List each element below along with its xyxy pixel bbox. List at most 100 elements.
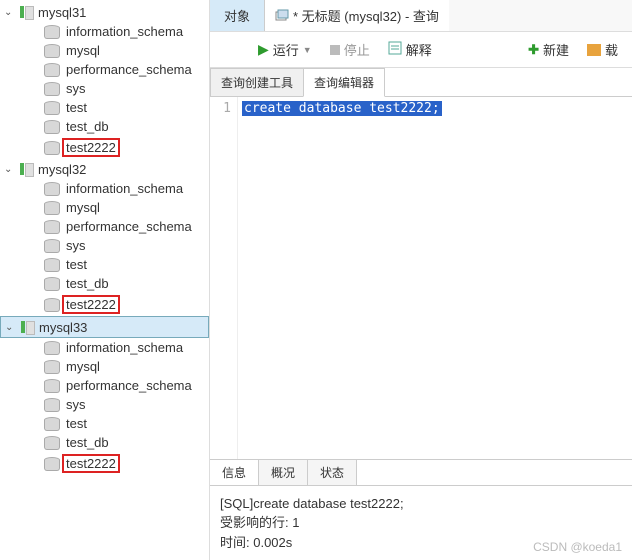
server-icon (19, 319, 35, 335)
server-icon (18, 161, 34, 177)
play-icon: ▶ (258, 41, 269, 58)
result-tabs: 信息 概况 状态 (210, 459, 632, 486)
server-label: mysql33 (39, 320, 87, 335)
document-tabs: 对象 * 无标题 (mysql32) - 查询 (210, 0, 632, 32)
db-item[interactable]: test (0, 255, 209, 274)
result-sql: [SQL]create database test2222; (220, 494, 622, 514)
db-item[interactable]: information_schema (0, 179, 209, 198)
database-icon (44, 63, 60, 77)
db-item[interactable]: mysql (0, 41, 209, 60)
line-gutter: 1 (210, 97, 238, 459)
chevron-down-icon: ⌄ (4, 7, 16, 18)
database-icon (44, 44, 60, 58)
database-icon (44, 360, 60, 374)
database-icon (44, 398, 60, 412)
db-label: sys (66, 81, 86, 96)
db-label: test2222 (62, 295, 120, 314)
tab-object[interactable]: 对象 (210, 0, 265, 31)
tab-query-title: * 无标题 (mysql32) - 查询 (293, 6, 439, 25)
database-icon (44, 417, 60, 431)
query-icon (275, 9, 289, 23)
database-icon (44, 141, 60, 155)
connection-tree[interactable]: ⌄mysql31information_schemamysqlperforman… (0, 0, 210, 560)
db-label: sys (66, 238, 86, 253)
database-icon (44, 341, 60, 355)
new-button[interactable]: ✚ 新建 (522, 37, 575, 62)
db-label: sys (66, 397, 86, 412)
db-label: performance_schema (66, 219, 192, 234)
result-rows: 受影响的行: 1 (220, 513, 622, 533)
explain-icon (388, 41, 402, 58)
stop-icon (330, 45, 340, 55)
load-button[interactable]: 载 (581, 37, 624, 62)
tab-query[interactable]: * 无标题 (mysql32) - 查询 (265, 0, 449, 31)
db-label: information_schema (66, 24, 183, 39)
database-icon (44, 298, 60, 312)
tab-status[interactable]: 状态 (308, 460, 357, 485)
tab-summary[interactable]: 概况 (259, 460, 308, 485)
db-item[interactable]: test_db (0, 117, 209, 136)
database-icon (44, 277, 60, 291)
db-item[interactable]: test (0, 98, 209, 117)
database-icon (44, 120, 60, 134)
db-label: test2222 (62, 138, 120, 157)
db-item[interactable]: test_db (0, 274, 209, 293)
db-item[interactable]: sys (0, 395, 209, 414)
db-item[interactable]: information_schema (0, 22, 209, 41)
tab-info[interactable]: 信息 (210, 460, 259, 485)
watermark: CSDN @koeda1 (533, 540, 622, 554)
db-item[interactable]: performance_schema (0, 217, 209, 236)
db-label: mysql (66, 359, 100, 374)
db-label: performance_schema (66, 62, 192, 77)
db-item[interactable]: performance_schema (0, 60, 209, 79)
db-item[interactable]: performance_schema (0, 376, 209, 395)
server-mysql31[interactable]: ⌄ mysql31 (0, 2, 209, 22)
database-icon (44, 379, 60, 393)
db-label: mysql (66, 200, 100, 215)
code-area[interactable]: create database test2222; (238, 97, 632, 459)
db-item[interactable]: mysql (0, 357, 209, 376)
database-icon (44, 258, 60, 272)
database-icon (44, 220, 60, 234)
sql-text: create database test2222; (242, 101, 442, 116)
db-item[interactable]: test_db (0, 433, 209, 452)
db-label: test (66, 257, 87, 272)
sql-editor[interactable]: 1 create database test2222; (210, 97, 632, 459)
db-item[interactable]: mysql (0, 198, 209, 217)
server-label: mysql31 (38, 5, 86, 20)
subtab-editor[interactable]: 查询编辑器 (303, 68, 385, 97)
chevron-down-icon: ⌄ (4, 164, 16, 175)
subtab-builder[interactable]: 查询创建工具 (210, 68, 304, 96)
db-label: information_schema (66, 340, 183, 355)
server-label: mysql32 (38, 162, 86, 177)
query-toolbar: ▶ 运行 ▼ 停止 解释 ✚ 新建 载 (210, 32, 632, 68)
db-label: test_db (66, 119, 109, 134)
database-icon (44, 201, 60, 215)
db-item[interactable]: test2222 (0, 293, 209, 316)
db-item[interactable]: test2222 (0, 136, 209, 159)
query-subtabs: 查询创建工具 查询编辑器 (210, 68, 632, 97)
db-label: test (66, 416, 87, 431)
database-icon (44, 101, 60, 115)
database-icon (44, 182, 60, 196)
explain-button[interactable]: 解释 (382, 37, 438, 62)
database-icon (44, 25, 60, 39)
db-label: test (66, 100, 87, 115)
folder-icon (587, 44, 601, 56)
db-item[interactable]: sys (0, 236, 209, 255)
db-item[interactable]: test2222 (0, 452, 209, 475)
server-mysql33[interactable]: ⌄ mysql33 (0, 316, 209, 338)
db-label: test_db (66, 435, 109, 450)
database-icon (44, 436, 60, 450)
db-item[interactable]: test (0, 414, 209, 433)
db-item[interactable]: sys (0, 79, 209, 98)
dropdown-icon: ▼ (303, 45, 312, 55)
database-icon (44, 457, 60, 471)
plus-icon: ✚ (528, 42, 539, 58)
server-mysql32[interactable]: ⌄ mysql32 (0, 159, 209, 179)
db-item[interactable]: information_schema (0, 338, 209, 357)
db-label: information_schema (66, 181, 183, 196)
run-button[interactable]: ▶ 运行 ▼ (252, 37, 318, 62)
chevron-down-icon: ⌄ (5, 322, 17, 333)
stop-button[interactable]: 停止 (324, 37, 376, 62)
